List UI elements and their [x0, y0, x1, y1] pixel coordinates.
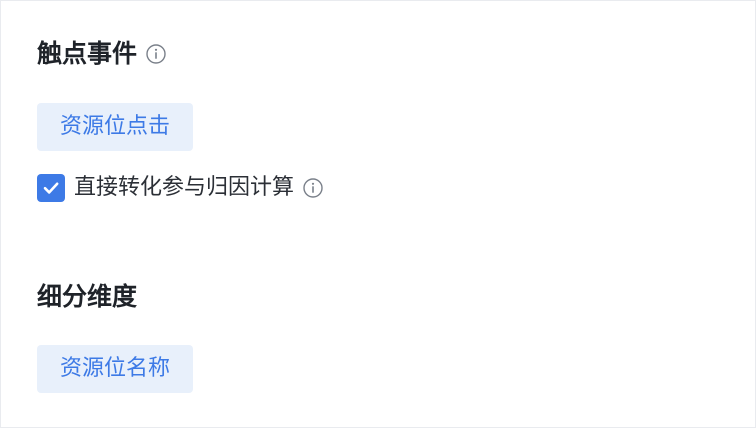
check-icon — [43, 182, 59, 194]
direct-conversion-option: 直接转化参与归因计算 — [37, 173, 324, 203]
touch-event-section-title: 触点事件 — [37, 39, 167, 69]
attribution-config-panel: 触点事件 资源位点击 直接转化参与归因计算 细分维度 资源位名称 — [0, 0, 756, 428]
breakdown-tag[interactable]: 资源位名称 — [37, 345, 193, 393]
breakdown-title: 细分维度 — [37, 282, 138, 311]
touch-event-tag[interactable]: 资源位点击 — [37, 103, 193, 151]
info-icon[interactable] — [145, 43, 167, 65]
touch-event-title: 触点事件 — [37, 39, 138, 68]
info-icon[interactable] — [302, 177, 324, 199]
breakdown-section-title: 细分维度 — [37, 282, 137, 312]
direct-conversion-checkbox[interactable] — [37, 174, 65, 202]
direct-conversion-label[interactable]: 直接转化参与归因计算 — [74, 173, 294, 203]
